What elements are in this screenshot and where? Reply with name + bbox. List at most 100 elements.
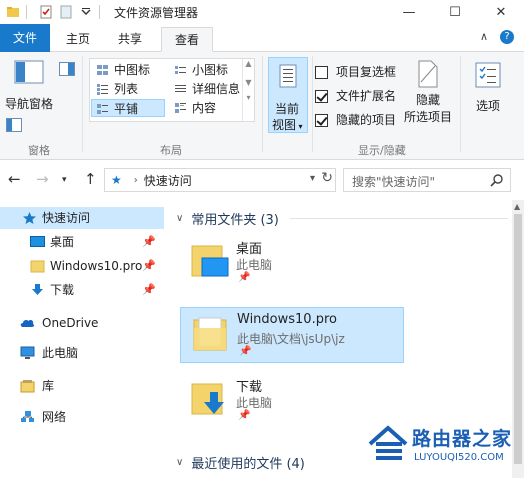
layout-label: 中图标 bbox=[114, 63, 151, 77]
back-arrow-icon[interactable]: ← bbox=[8, 170, 21, 188]
recent-locations-icon[interactable]: ▾ bbox=[62, 175, 67, 185]
content-icon bbox=[175, 103, 186, 113]
frequent-folders-header[interactable]: ∨ 常用文件夹 (3) bbox=[172, 208, 279, 228]
layout-tiles[interactable]: 平铺 bbox=[91, 99, 165, 117]
watermark-logo: 路由器之家 LUYOUQI520.COM bbox=[368, 420, 518, 472]
sidebar-item-libraries[interactable]: 库 bbox=[0, 375, 164, 397]
folder-name: Windows10.pro bbox=[237, 312, 337, 327]
new-folder-icon[interactable] bbox=[59, 5, 73, 19]
item-checkboxes-toggle[interactable]: 项目复选框 bbox=[315, 63, 396, 81]
window-controls: — ☐ ✕ bbox=[386, 0, 524, 24]
folder-icon bbox=[193, 317, 227, 351]
sidebar-item-downloads[interactable]: 下载 📌 bbox=[0, 279, 164, 301]
minimize-button[interactable]: — bbox=[386, 0, 432, 24]
current-view-label-2: 视图 ▾ bbox=[272, 118, 303, 132]
details-icon bbox=[175, 85, 186, 92]
hide-selected-button[interactable]: 隐藏 所选项目 bbox=[402, 60, 454, 125]
layout-label: 详细信息 bbox=[192, 82, 241, 96]
help-icon[interactable]: ? bbox=[500, 30, 514, 44]
search-icon[interactable] bbox=[490, 173, 504, 187]
chevron-down-icon[interactable]: ∨ bbox=[176, 213, 183, 224]
folder-name: 桌面 bbox=[236, 242, 263, 257]
up-arrow-icon[interactable]: ↑ bbox=[84, 170, 97, 188]
chevron-down-icon[interactable]: ∨ bbox=[176, 457, 183, 468]
tab-view[interactable]: 查看 bbox=[161, 27, 213, 52]
layout-medium-icons[interactable]: 中图标 bbox=[92, 61, 170, 79]
sidebar-item-desktop[interactable]: 桌面 📌 bbox=[0, 231, 164, 253]
layout-small-icons[interactable]: 小图标 bbox=[170, 61, 240, 79]
collapse-ribbon-icon[interactable]: ∧ bbox=[480, 30, 488, 44]
breadcrumb-location[interactable]: 快速访问 bbox=[144, 172, 192, 189]
search-box[interactable]: 搜索"快速访问" bbox=[343, 168, 511, 192]
layout-content[interactable]: 内容 bbox=[170, 99, 242, 117]
close-button[interactable]: ✕ bbox=[478, 0, 524, 24]
details-pane-icon[interactable] bbox=[6, 118, 22, 132]
hide-selected-label-1: 隐藏 bbox=[415, 93, 440, 107]
watermark-url: LUYOUQI520.COM bbox=[414, 452, 504, 463]
maximize-button[interactable]: ☐ bbox=[432, 0, 478, 24]
sidebar-item-onedrive[interactable]: OneDrive bbox=[0, 312, 164, 334]
star-icon bbox=[23, 212, 36, 224]
options-label: 选项 bbox=[475, 99, 500, 113]
sidebar-item-this-pc[interactable]: 此电脑 bbox=[0, 342, 164, 364]
pin-icon: 📌 bbox=[238, 410, 251, 421]
checkbox-label: 隐藏的项目 bbox=[336, 113, 397, 127]
navigation-pane-button[interactable]: 导航窗格 bbox=[4, 58, 54, 112]
file-extensions-toggle[interactable]: 文件扩展名 bbox=[315, 87, 396, 105]
layout-list[interactable]: 列表 bbox=[92, 80, 170, 98]
scroll-up-icon[interactable]: ▲ bbox=[514, 202, 520, 211]
checkbox-label: 项目复选框 bbox=[336, 65, 397, 79]
address-bar[interactable]: ★ › 快速访问 ▾ ↻ bbox=[104, 168, 336, 192]
folder-path: 此电脑 bbox=[236, 396, 273, 410]
sidebar-item-label: 下载 bbox=[50, 283, 75, 297]
scroll-up-icon[interactable]: ▲ bbox=[243, 59, 254, 68]
folder-tile-windows10-pro[interactable]: Windows10.pro 此电脑\文档\jsUp\jz 📌 bbox=[180, 307, 404, 363]
pin-icon[interactable]: 📌 bbox=[142, 231, 156, 253]
hidden-items-toggle[interactable]: 隐藏的项目 bbox=[315, 111, 396, 129]
divider bbox=[82, 56, 83, 152]
sidebar-item-label: 快速访问 bbox=[42, 211, 91, 225]
hidden-items-checkbox[interactable] bbox=[315, 113, 328, 127]
hide-selected-icon bbox=[418, 60, 438, 88]
breadcrumb-separator-icon[interactable]: › bbox=[134, 175, 138, 186]
tab-home[interactable]: 主页 bbox=[54, 27, 102, 52]
sidebar-item-network[interactable]: 网络 bbox=[0, 406, 164, 428]
network-icon bbox=[21, 411, 34, 422]
pin-icon[interactable]: 📌 bbox=[142, 255, 156, 277]
download-folder-icon bbox=[191, 383, 224, 415]
options-icon bbox=[475, 62, 501, 88]
folder-icon bbox=[30, 260, 45, 273]
section-title: 最近使用的文件 (4) bbox=[191, 456, 305, 472]
library-icon bbox=[20, 380, 35, 393]
properties-icon[interactable] bbox=[39, 5, 53, 19]
file-extensions-checkbox[interactable] bbox=[315, 89, 328, 103]
tab-share[interactable]: 共享 bbox=[106, 27, 154, 52]
layout-gallery-scroller[interactable]: ▲ ▼ ▾ bbox=[242, 59, 254, 121]
current-view-button[interactable]: 当前 视图 ▾ bbox=[268, 57, 308, 133]
search-placeholder: 搜索"快速访问" bbox=[352, 175, 436, 189]
current-view-icon bbox=[279, 64, 297, 88]
options-button[interactable]: 选项 bbox=[468, 62, 508, 114]
sidebar-item-windows10-pro[interactable]: Windows10.pro 📌 bbox=[0, 255, 164, 277]
layout-group-label: 布局 bbox=[160, 144, 182, 157]
explorer-folder-icon[interactable] bbox=[6, 5, 20, 19]
tab-file[interactable]: 文件 bbox=[0, 24, 50, 52]
scroll-down-icon[interactable]: ▼ bbox=[243, 78, 254, 87]
expand-gallery-icon[interactable]: ▾ bbox=[243, 93, 254, 102]
divider bbox=[312, 56, 313, 152]
pin-icon[interactable]: 📌 bbox=[142, 279, 156, 301]
sidebar-item-quick-access[interactable]: 快速访问 bbox=[0, 207, 164, 229]
sidebar-item-label: 库 bbox=[42, 379, 55, 393]
forward-arrow-icon[interactable]: → bbox=[36, 170, 49, 188]
navigation-pane-icon bbox=[14, 60, 44, 84]
address-dropdown-icon[interactable]: ▾ bbox=[310, 173, 315, 184]
recent-files-header[interactable]: ∨ 最近使用的文件 (4) bbox=[172, 452, 305, 472]
folder-path: 此电脑\文档\jsUp\jz bbox=[237, 332, 345, 346]
panes-group-label: 窗格 bbox=[28, 144, 50, 157]
item-checkboxes-checkbox[interactable] bbox=[315, 65, 328, 79]
customize-quick-access-icon[interactable] bbox=[79, 5, 93, 19]
preview-pane-icon[interactable] bbox=[59, 62, 75, 76]
refresh-icon[interactable]: ↻ bbox=[321, 170, 333, 186]
layout-details[interactable]: 详细信息 bbox=[170, 80, 242, 98]
folder-tile-desktop[interactable]: 桌面 此电脑 📌 bbox=[180, 234, 404, 290]
